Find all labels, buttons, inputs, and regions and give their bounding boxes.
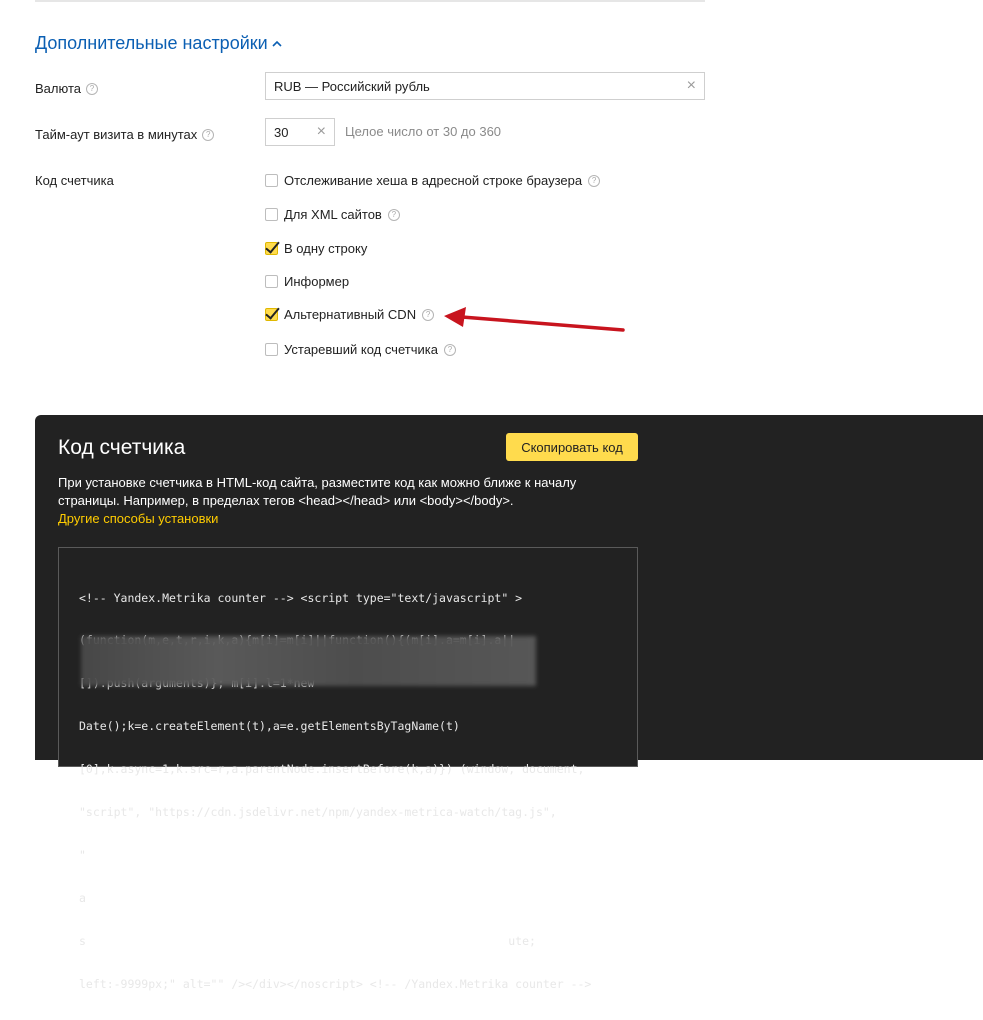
option-legacy-code[interactable]: Устаревший код счетчика ? [265, 342, 456, 357]
option-one-line[interactable]: В одну строку [265, 241, 367, 256]
counter-code-panel: Код счетчика Скопировать код При установ… [35, 415, 983, 991]
checkbox-checked[interactable] [265, 242, 278, 255]
help-icon[interactable]: ? [588, 174, 601, 187]
option-informer[interactable]: Информер [265, 274, 349, 289]
option-label: Устаревший код счетчика [284, 342, 438, 357]
checkbox[interactable] [265, 208, 278, 221]
other-install-methods-link[interactable]: Другие способы установки [58, 511, 218, 526]
option-label: Информер [284, 274, 350, 289]
panel-title: Код счетчика [58, 436, 186, 459]
timeout-hint: Целое число от 30 до 360 [345, 124, 502, 139]
counter-code-label: Код счетчика [35, 173, 114, 188]
option-label: Альтернативный CDN [284, 307, 417, 322]
checkbox-checked[interactable] [265, 308, 278, 321]
copy-code-button[interactable]: Скопировать код [506, 433, 638, 461]
checkbox[interactable] [265, 174, 278, 187]
currency-value: RUB — Российский рубль [274, 78, 430, 94]
help-icon[interactable]: ? [387, 208, 400, 221]
help-icon[interactable]: ? [422, 308, 435, 321]
red-arrow-annotation [444, 307, 625, 332]
divider [35, 0, 705, 2]
option-label: В одну строку [284, 241, 368, 256]
clear-icon[interactable]: × [687, 78, 696, 94]
help-icon[interactable]: ? [202, 128, 215, 141]
currency-label: Валюта ? [35, 81, 98, 96]
checkbox[interactable] [265, 343, 278, 356]
timeout-label: Тайм-аут визита в минутах ? [35, 127, 215, 142]
panel-description: При установке счетчика в HTML-код сайта,… [58, 475, 577, 508]
option-hash-tracking[interactable]: Отслеживание хеша в адресной строке брау… [265, 173, 601, 188]
help-icon[interactable]: ? [86, 82, 98, 95]
option-xml-sites[interactable]: Для XML сайтов ? [265, 207, 400, 222]
redacted-blur [81, 636, 536, 686]
option-label: Отслеживание хеша в адресной строке брау… [284, 173, 583, 188]
code-content: <!-- Yandex.Metrika counter --> <script … [79, 590, 592, 991]
timeout-input[interactable]: 30 × [265, 118, 335, 146]
chevron-up-icon [272, 40, 282, 47]
checkbox[interactable] [265, 275, 278, 288]
timeout-value: 30 [274, 124, 289, 140]
section-title-text: Дополнительные настройки [35, 33, 268, 53]
code-textarea[interactable]: <!-- Yandex.Metrika counter --> <script … [58, 547, 638, 991]
option-label: Для XML сайтов [284, 207, 382, 222]
currency-select[interactable]: RUB — Российский рубль × [265, 72, 705, 100]
option-alt-cdn[interactable]: Альтернативный CDN ? [265, 307, 435, 322]
clear-icon[interactable]: × [317, 124, 326, 140]
section-title[interactable]: Дополнительные настройки [35, 33, 282, 54]
help-icon[interactable]: ? [443, 343, 456, 356]
